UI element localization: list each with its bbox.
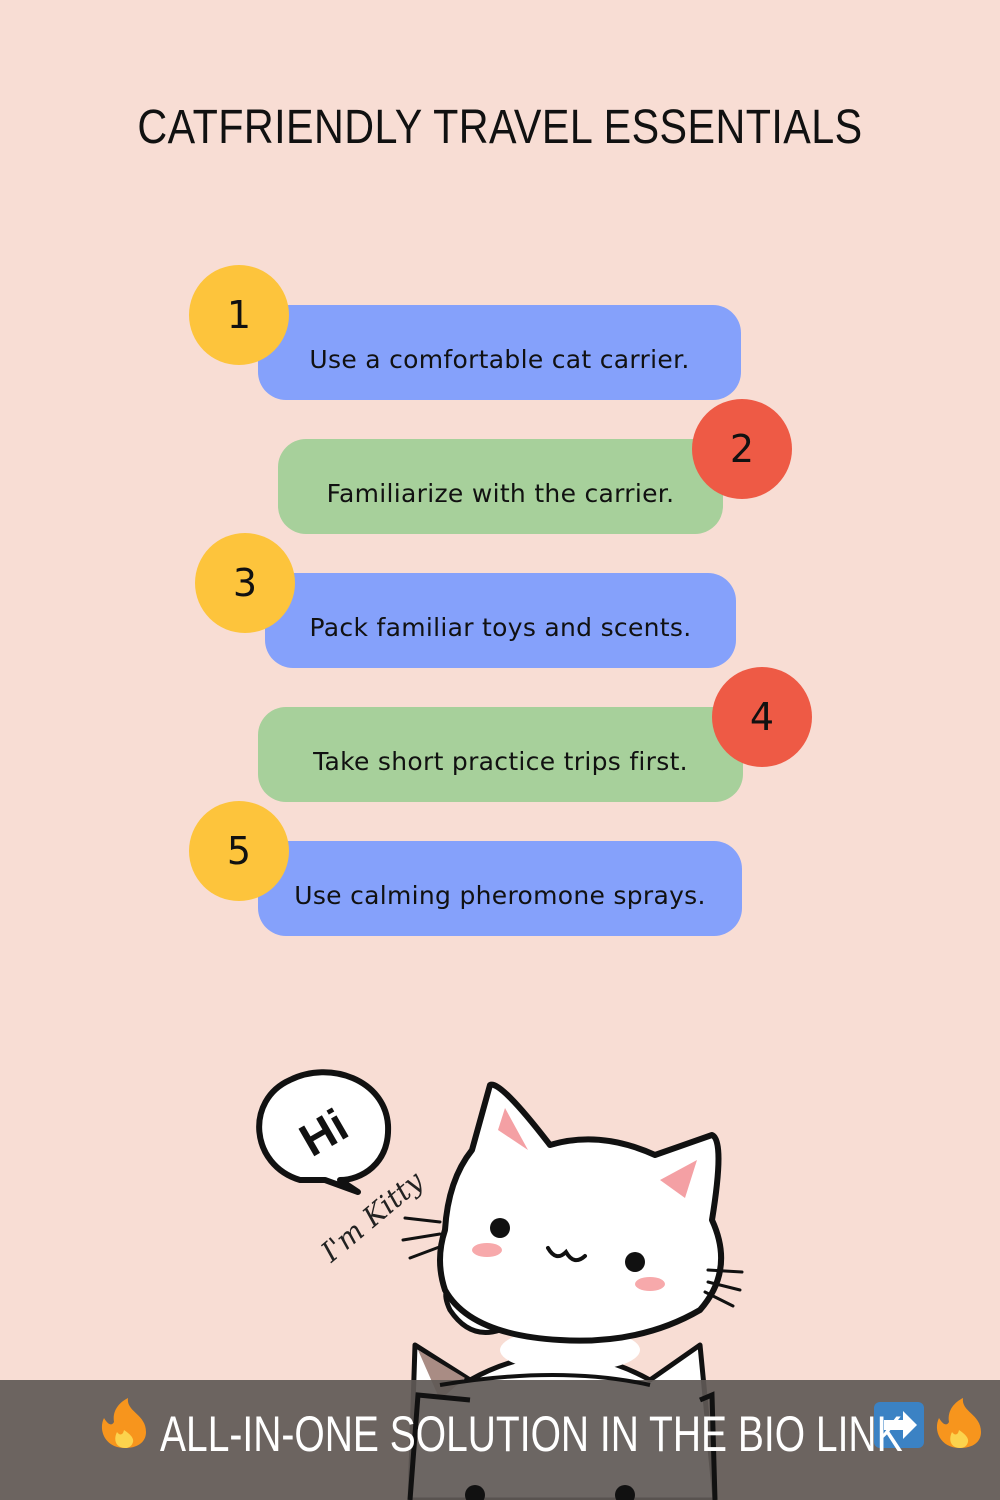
banner-overlay <box>101 1373 981 1500</box>
fire-icon <box>101 1398 146 1448</box>
banner-text[interactable]: ALL-IN-ONE SOLUTION IN THE BIO LINK <box>160 1405 903 1463</box>
fire-icon <box>936 1398 981 1448</box>
